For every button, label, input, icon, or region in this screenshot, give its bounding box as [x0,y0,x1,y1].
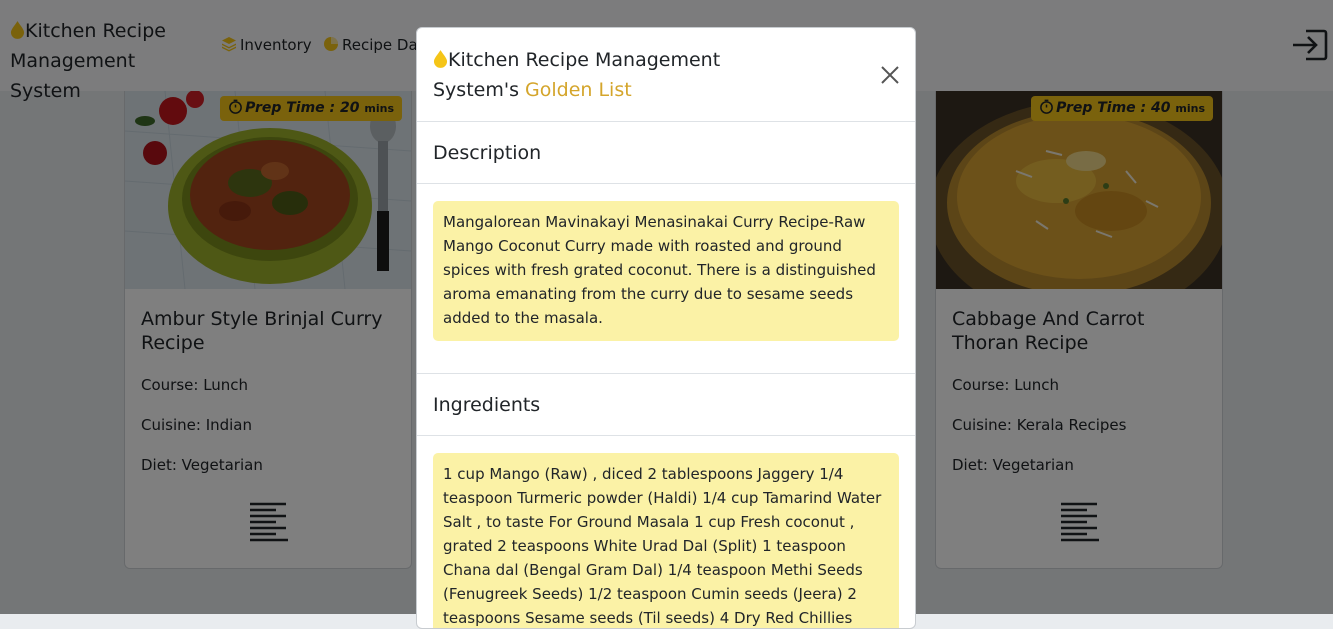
ingredients-text: 1 cup Mango (Raw) , diced 2 tablespoons … [433,453,899,628]
description-heading: Description [417,122,915,184]
ingredients-heading: Ingredients [417,374,915,436]
modal-title-highlight: Golden List [525,79,632,101]
recipe-modal: Kitchen Recipe Management System's Golde… [416,27,916,629]
close-icon[interactable] [880,65,900,85]
modal-header: Kitchen Recipe Management System's Golde… [417,28,915,122]
modal-title: Kitchen Recipe Management System's Golde… [433,45,793,105]
drop-icon [433,50,448,68]
description-text: Mangalorean Mavinakayi Menasinakai Curry… [433,201,899,341]
